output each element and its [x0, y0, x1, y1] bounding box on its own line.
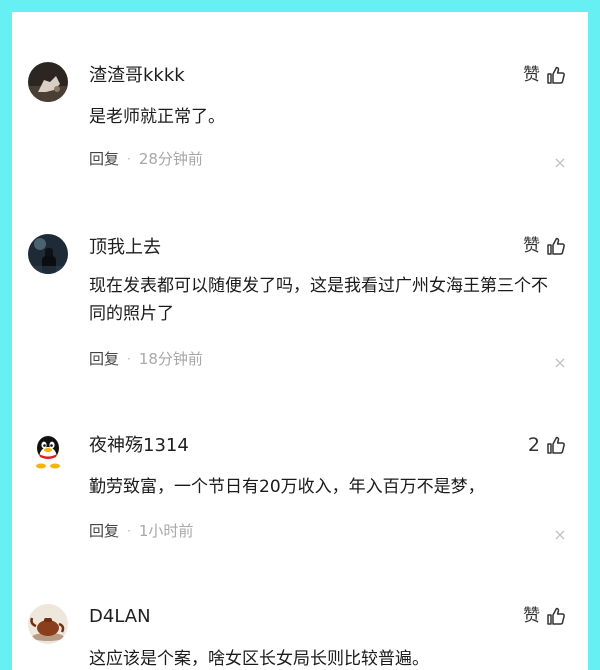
avatar[interactable] [28, 234, 68, 274]
timestamp: 28分钟前 [138, 150, 203, 168]
like-button[interactable]: 2 [528, 433, 566, 457]
like-count: 赞 [523, 65, 540, 85]
separator-dot: · [127, 152, 131, 166]
timestamp: 18分钟前 [138, 350, 203, 368]
avatar[interactable] [28, 604, 68, 644]
comment-text: 这应该是个案，啥女区长女局长则比较普遍。 [89, 649, 429, 669]
comment-item: 夜神殇1314 2 勤劳致富，一个节日有20万收入，年入百万不是梦， 回复 · … [12, 412, 588, 582]
comment-meta: 回复 · 1小时前 [89, 521, 193, 541]
comment-text: 是老师就正常了。 [89, 107, 225, 127]
like-count: 赞 [523, 606, 540, 626]
comment-item: 顶我上去 赞 现在发表都可以随便发了吗，这是我看过广州女海王第三个不同的照片了 … [12, 212, 588, 412]
avatar[interactable] [28, 431, 68, 471]
like-button[interactable]: 赞 [523, 63, 566, 87]
comment-item: D4LAN 赞 这应该是个案，啥女区长女局长则比较普遍。 [12, 582, 588, 670]
username[interactable]: 顶我上去 [89, 236, 161, 260]
separator-dot: · [127, 524, 131, 538]
username[interactable]: 夜神殇1314 [89, 434, 189, 458]
teapot-avatar-icon [28, 604, 68, 644]
like-button[interactable]: 赞 [523, 234, 566, 258]
like-button[interactable]: 赞 [523, 604, 566, 628]
comment-list: 渣渣哥kkkk 赞 是老师就正常了。 回复 · 28分钟前 × 顶我上去 赞 现… [12, 12, 588, 670]
thumbs-up-icon [547, 237, 565, 255]
thumbs-up-icon [547, 607, 565, 625]
comment-text: 现在发表都可以随便发了吗，这是我看过广州女海王第三个不同的照片了 [89, 276, 548, 324]
like-count: 2 [527, 434, 540, 456]
avatar[interactable] [28, 62, 68, 102]
close-icon[interactable]: × [550, 352, 570, 372]
separator-dot: · [127, 352, 131, 366]
close-icon[interactable]: × [550, 524, 570, 544]
night-figure-avatar-icon [28, 234, 68, 274]
thumbs-up-icon [547, 436, 565, 454]
comment-meta: 回复 · 28分钟前 [89, 149, 203, 169]
close-icon[interactable]: × [550, 152, 570, 172]
penguin-avatar-icon [28, 431, 68, 471]
username[interactable]: 渣渣哥kkkk [89, 64, 185, 88]
username[interactable]: D4LAN [89, 605, 151, 629]
hand-photo-avatar-icon [28, 62, 68, 102]
comment-item: 渣渣哥kkkk 赞 是老师就正常了。 回复 · 28分钟前 × [12, 12, 588, 212]
reply-button[interactable]: 回复 [89, 349, 119, 369]
reply-button[interactable]: 回复 [89, 521, 119, 541]
like-count: 赞 [523, 236, 540, 256]
comment-text: 勤劳致富，一个节日有20万收入，年入百万不是梦， [89, 477, 485, 497]
reply-button[interactable]: 回复 [89, 149, 119, 169]
timestamp: 1小时前 [138, 522, 194, 540]
thumbs-up-icon [547, 66, 565, 84]
comment-meta: 回复 · 18分钟前 [89, 349, 203, 369]
